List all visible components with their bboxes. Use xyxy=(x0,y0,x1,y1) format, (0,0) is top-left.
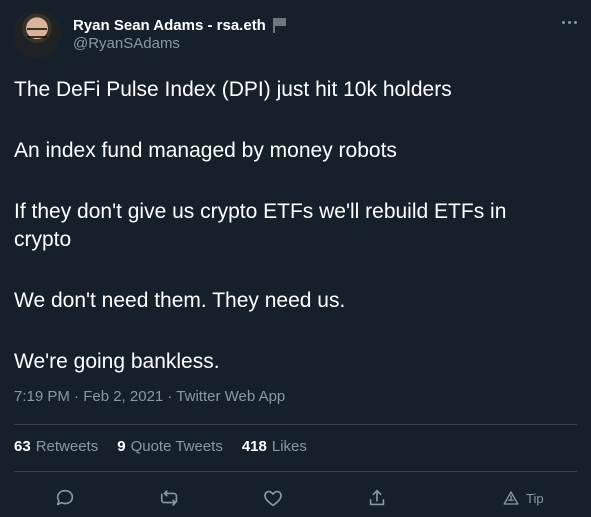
tweet-line: crypto xyxy=(14,228,72,251)
quote-tweets-stat[interactable]: 9 Quote Tweets xyxy=(117,438,223,455)
like-button[interactable] xyxy=(262,484,284,512)
tweet-line: An index fund managed by money robots xyxy=(14,139,397,162)
flag-icon xyxy=(272,17,286,33)
tweet-meta[interactable]: 7:19 PM · Feb 2, 2021 · Twitter Web App xyxy=(14,388,285,405)
likes-count: 418 xyxy=(241,438,267,455)
reply-button[interactable] xyxy=(54,484,76,512)
tweet-card: Ryan Sean Adams - rsa.eth @RyanSAdams Th… xyxy=(0,0,591,517)
retweet-button[interactable] xyxy=(159,484,181,512)
author-name-row: Ryan Sean Adams - rsa.eth xyxy=(73,15,286,35)
quote-tweets-count: 9 xyxy=(117,438,126,455)
share-button[interactable] xyxy=(366,484,388,512)
display-name[interactable]: Ryan Sean Adams - rsa.eth xyxy=(73,17,266,34)
more-icon[interactable] xyxy=(557,14,581,30)
divider xyxy=(14,424,577,425)
retweets-stat[interactable]: 63 Retweets xyxy=(14,438,98,455)
retweet-icon xyxy=(160,490,178,506)
user-handle[interactable]: @RyanSAdams xyxy=(73,35,180,52)
tweet-line: We don't need them. They need us. xyxy=(14,289,346,312)
likes-stat[interactable]: 418 Likes xyxy=(242,438,307,455)
comment-icon xyxy=(56,489,74,506)
share-icon xyxy=(369,489,385,506)
action-bar: Tip xyxy=(0,484,591,512)
tip-button[interactable]: Tip xyxy=(502,484,544,512)
engagement-stats: 63 Retweets 9 Quote Tweets 418 Likes xyxy=(14,438,307,455)
retweets-label: Retweets xyxy=(35,438,99,455)
tweet-text: The DeFi Pulse Index (DPI) just hit 10k … xyxy=(14,76,577,376)
likes-label: Likes xyxy=(271,438,307,455)
avatar[interactable] xyxy=(13,10,61,58)
divider xyxy=(14,471,577,472)
tip-icon xyxy=(503,491,519,505)
retweets-count: 63 xyxy=(14,438,31,455)
quote-tweets-label: Quote Tweets xyxy=(130,438,223,455)
tweet-line: The DeFi Pulse Index (DPI) just hit 10k … xyxy=(14,78,452,101)
tweet-line: If they don't give us crypto ETFs we'll … xyxy=(14,200,507,223)
tweet-line: We're going bankless. xyxy=(14,350,220,373)
heart-icon xyxy=(264,490,282,507)
avatar-glasses xyxy=(27,28,47,38)
tip-label: Tip xyxy=(526,490,544,506)
